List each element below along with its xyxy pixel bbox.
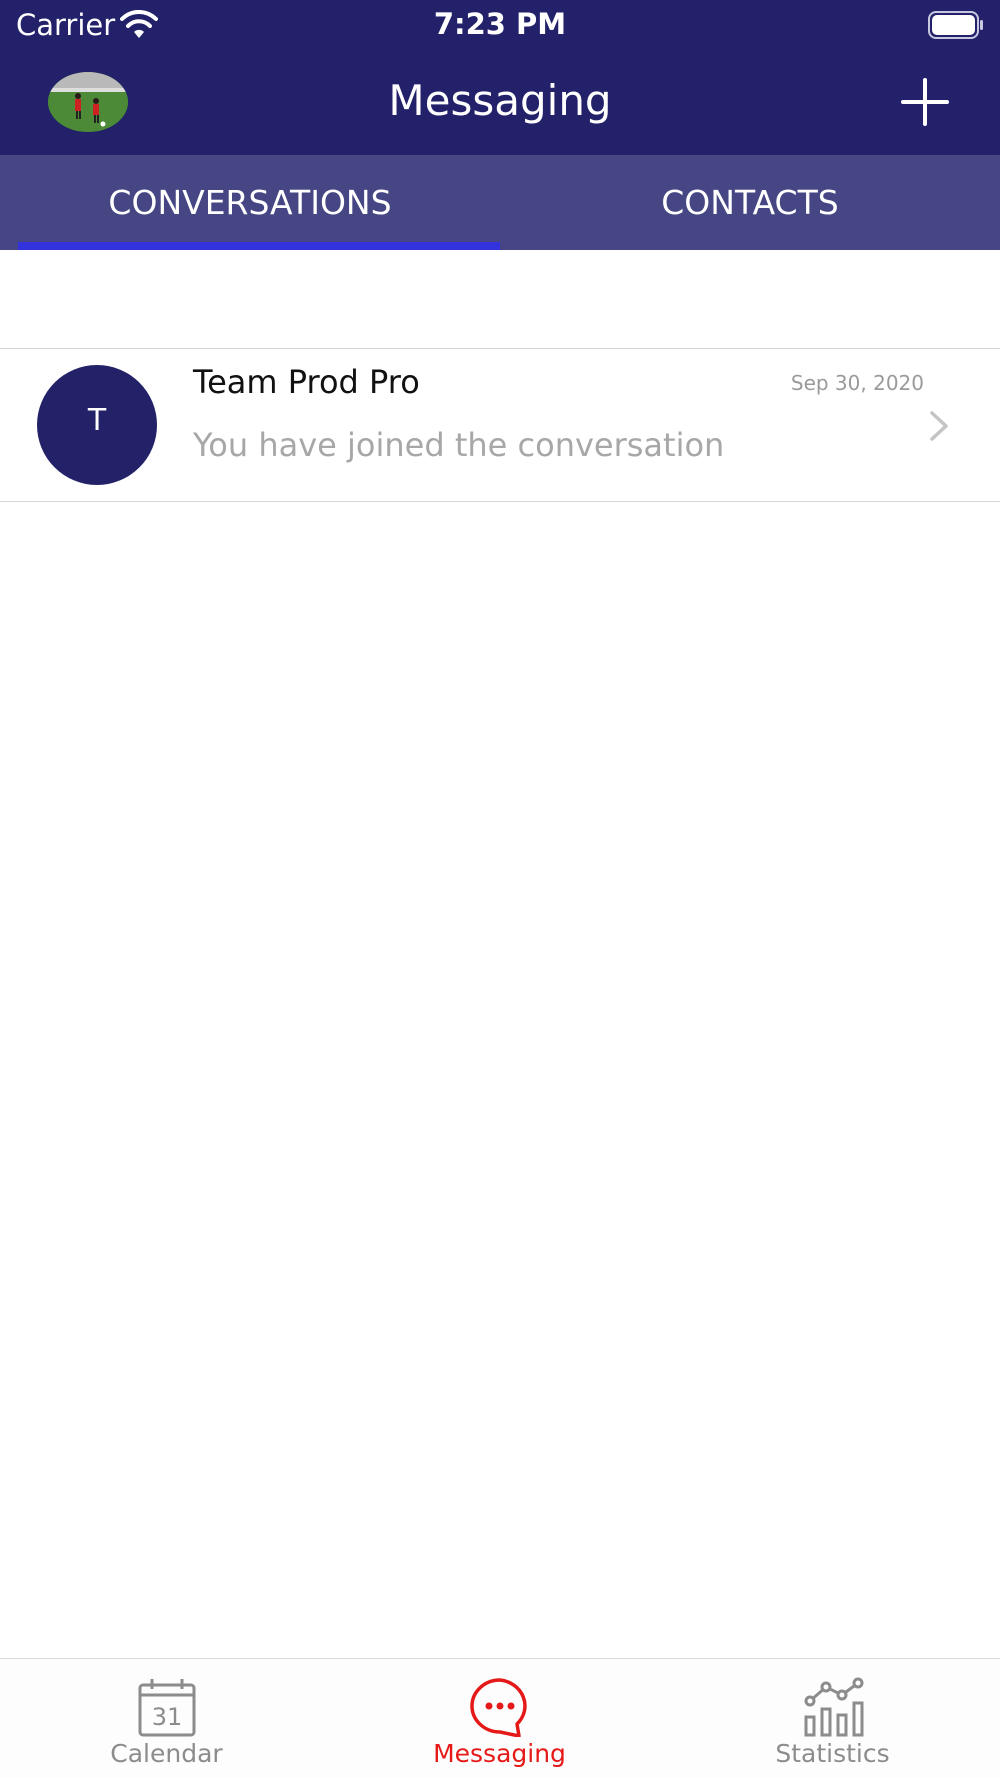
tab-contacts[interactable]: CONTACTS	[500, 155, 1000, 250]
bar-chart-icon	[804, 1677, 863, 1737]
tab-selected-indicator	[18, 242, 500, 250]
segment-tabs: CONVERSATIONS CONTACTS	[0, 155, 1000, 250]
page-title: Messaging	[388, 76, 612, 125]
tab-calendar-label: Calendar	[110, 1739, 223, 1768]
tab-statistics[interactable]: Statistics	[666, 1659, 999, 1778]
tab-messaging[interactable]: Messaging	[333, 1659, 666, 1778]
calendar-icon: 31	[138, 1679, 195, 1737]
conversation-date: Sep 30, 2020	[790, 371, 924, 395]
conversation-avatar: T	[37, 365, 157, 485]
status-bar: Carrier 7:23 PM	[0, 0, 1000, 50]
tab-statistics-label: Statistics	[775, 1739, 890, 1768]
tab-conversations[interactable]: CONVERSATIONS	[0, 155, 500, 250]
conversation-name: Team Prod Pro	[193, 363, 420, 401]
battery-icon	[928, 11, 983, 39]
chat-bubble-icon	[469, 1678, 527, 1737]
list-header-spacer	[0, 250, 1000, 348]
svg-text:31: 31	[151, 1703, 182, 1731]
status-time: 7:23 PM	[433, 7, 567, 41]
chevron-right-icon	[930, 411, 948, 441]
tab-messaging-label: Messaging	[433, 1739, 566, 1768]
bottom-tab-bar: 31 Calendar Messaging Statistics	[0, 1658, 1000, 1778]
tab-calendar[interactable]: 31 Calendar	[0, 1659, 333, 1778]
conversation-preview: You have joined the conversation	[193, 426, 725, 464]
divider	[0, 501, 1000, 502]
plus-icon[interactable]	[896, 76, 954, 128]
nav-bar: Messaging	[0, 50, 1000, 155]
conversation-row[interactable]: T Team Prod Pro Sep 30, 2020 You have jo…	[0, 349, 1000, 501]
